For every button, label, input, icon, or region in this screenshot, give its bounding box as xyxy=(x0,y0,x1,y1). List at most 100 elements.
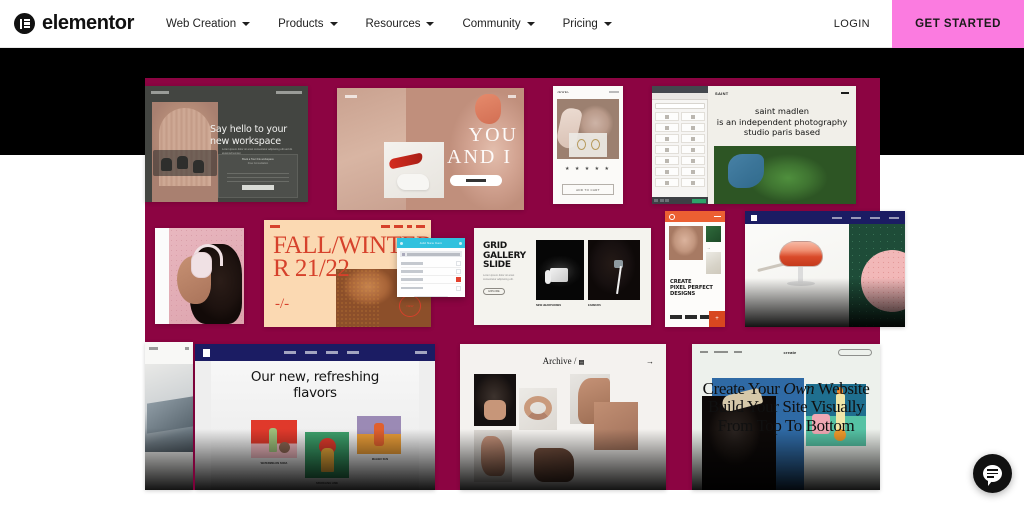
editor-widget-cell[interactable] xyxy=(655,178,679,187)
editor-widget-cell[interactable] xyxy=(655,112,679,121)
flavors-poster-3[interactable] xyxy=(357,416,401,454)
editor-widget-cell[interactable] xyxy=(655,123,679,132)
nav-item-products[interactable]: Products xyxy=(264,0,351,48)
fallwinter-badge[interactable]: NEW xyxy=(399,295,421,317)
menu-icon[interactable] xyxy=(714,216,721,217)
editor-widget-cell[interactable] xyxy=(655,145,679,154)
editor-widget-cell[interactable] xyxy=(681,178,705,187)
cocktail-navbar xyxy=(745,211,905,224)
nav-label: Pricing xyxy=(562,17,598,30)
pixel-tags xyxy=(670,315,712,319)
showcase-card-you-and-i[interactable]: YOU AND I xyxy=(337,88,524,210)
showcase-card-flavors[interactable]: Our new, refreshing flavors WATERMELON SO… xyxy=(195,344,435,490)
popup-form-field-tags[interactable] xyxy=(401,276,461,284)
editor-widget-cell[interactable] xyxy=(655,156,679,165)
nav-item-pricing[interactable]: Pricing xyxy=(549,0,626,48)
chevron-down-icon xyxy=(603,21,612,26)
showcase-card-cocktail[interactable] xyxy=(745,211,905,327)
pixel-title: CREATE PIXEL PERFECT DESIGNS xyxy=(670,279,713,298)
jewel-logo: JEWEL xyxy=(557,90,570,94)
pixel-photo-side xyxy=(706,252,721,274)
card-topbar xyxy=(151,91,302,95)
cocktail-nav-link[interactable] xyxy=(889,216,899,219)
brand-logo[interactable]: elementor xyxy=(0,0,152,47)
gridgallery-explore-button[interactable]: EXPLORE xyxy=(483,288,505,295)
workspace-send-button[interactable] xyxy=(242,184,274,190)
popup-form-field-description[interactable] xyxy=(401,268,461,276)
flavors-logo-icon xyxy=(203,348,210,357)
close-icon[interactable] xyxy=(459,241,462,245)
cocktail-nav-link[interactable] xyxy=(851,216,861,219)
flavors-signin-link[interactable] xyxy=(415,351,427,354)
editor-widget-cell[interactable] xyxy=(681,112,705,121)
flavors-nav-link-about[interactable] xyxy=(284,351,296,354)
flavors-nav-link-shop[interactable] xyxy=(305,351,317,354)
arrow-right-icon[interactable]: → xyxy=(646,357,654,366)
gridgallery-title: GRID GALLERY SLIDE xyxy=(483,241,526,271)
popup-form-selected-row[interactable] xyxy=(400,251,462,257)
editor-widget-cell[interactable] xyxy=(655,167,679,176)
editor-widget-cell[interactable] xyxy=(681,123,705,132)
flavors-nav-link-faq[interactable] xyxy=(347,351,359,354)
cocktail-nav-link[interactable] xyxy=(870,216,880,219)
archive-photo-1 xyxy=(474,374,516,426)
pixel-fab-button[interactable]: + xyxy=(709,311,725,327)
showcase-card-saint-madlen[interactable]: SAINT saint madlen is an independent phot… xyxy=(652,86,856,204)
header-spacer xyxy=(626,0,812,47)
card-topbar xyxy=(270,225,425,229)
jewel-add-to-cart-button[interactable]: ADD TO CART xyxy=(562,184,614,195)
showcase-card-archive[interactable]: Archive / ▤ → xyxy=(460,344,666,490)
createown-nav-link[interactable] xyxy=(700,351,708,353)
cocktail-nav-link[interactable] xyxy=(832,216,842,219)
createown-cta-pill[interactable] xyxy=(838,348,872,356)
editor-widget-cell[interactable] xyxy=(681,145,705,154)
gridgallery-caption-2: EARBUDS xyxy=(588,304,601,307)
editor-publish-button[interactable] xyxy=(692,198,706,203)
flavors-caption-1: WATERMELON SODA xyxy=(260,462,288,465)
youandi-line2: AND I xyxy=(447,146,512,168)
showcase-card-workspace[interactable]: Say hello to your new workspace Lorem ips… xyxy=(145,86,308,202)
gridgallery-subtitle: Lorem ipsum dolor sit amet consectetur a… xyxy=(483,274,515,281)
showcase-card-headphones[interactable] xyxy=(155,228,244,324)
editor-widget-cell[interactable] xyxy=(655,134,679,143)
archive-photo-4 xyxy=(594,402,638,450)
pixel-photo-green xyxy=(706,226,721,242)
flavors-nav-link-contact[interactable] xyxy=(326,351,338,354)
avatar-icon xyxy=(669,213,675,220)
editor-footer-bar[interactable] xyxy=(652,197,708,204)
cocktail-right-panel xyxy=(849,224,905,327)
editor-widget-cell[interactable] xyxy=(681,167,705,176)
editor-search-input[interactable] xyxy=(655,103,705,109)
chevron-down-icon xyxy=(526,21,535,26)
nav-item-community[interactable]: Community xyxy=(448,0,548,48)
editor-widget-cell[interactable] xyxy=(681,156,705,165)
youandi-cta-button[interactable] xyxy=(450,175,502,186)
editor-sidebar-tabs[interactable] xyxy=(652,93,708,100)
nav-item-resources[interactable]: Resources xyxy=(352,0,449,48)
popup-form-submit-button[interactable] xyxy=(414,296,448,297)
saintmadlen-preview: SAINT saint madlen is an independent phot… xyxy=(708,86,856,204)
createown-nav-link[interactable] xyxy=(714,351,728,353)
popup-form-field-content[interactable] xyxy=(401,284,461,292)
popup-form-field-category[interactable] xyxy=(401,260,461,268)
flavors-poster-1[interactable] xyxy=(251,420,297,458)
showcase-card-left-sliver[interactable] xyxy=(145,342,193,490)
chat-widget-button[interactable] xyxy=(973,454,1012,493)
workspace-chair xyxy=(161,158,172,171)
showcase-card-pixel-perfect[interactable]: → CREATE PIXEL PERFECT DESIGNS + xyxy=(665,211,725,327)
cocktail-left-panel xyxy=(745,224,849,327)
editor-widget-cell[interactable] xyxy=(681,134,705,143)
createown-nav-link[interactable] xyxy=(734,351,742,353)
get-started-button[interactable]: GET STARTED xyxy=(892,0,1024,48)
showcase-card-jewel[interactable]: JEWEL ★ ★ ★ ★ ★ ADD TO CART xyxy=(553,86,623,204)
showcase-card-grid-gallery[interactable]: GRID GALLERY SLIDE Lorem ipsum dolor sit a… xyxy=(474,228,651,325)
showcase-card-create-own[interactable]: create Create Your Own Website Build You… xyxy=(692,344,880,490)
popup-form-panel[interactable]: Add New Item xyxy=(397,238,465,297)
flavors-poster-2[interactable] xyxy=(305,432,349,478)
login-link[interactable]: LOGIN xyxy=(812,0,892,47)
archive-photo-2 xyxy=(519,388,557,430)
nav-item-web-creation[interactable]: Web Creation xyxy=(152,0,264,48)
cocktail-logo-icon xyxy=(751,214,757,221)
workspace-chair xyxy=(193,160,204,173)
menu-icon[interactable] xyxy=(841,92,849,94)
